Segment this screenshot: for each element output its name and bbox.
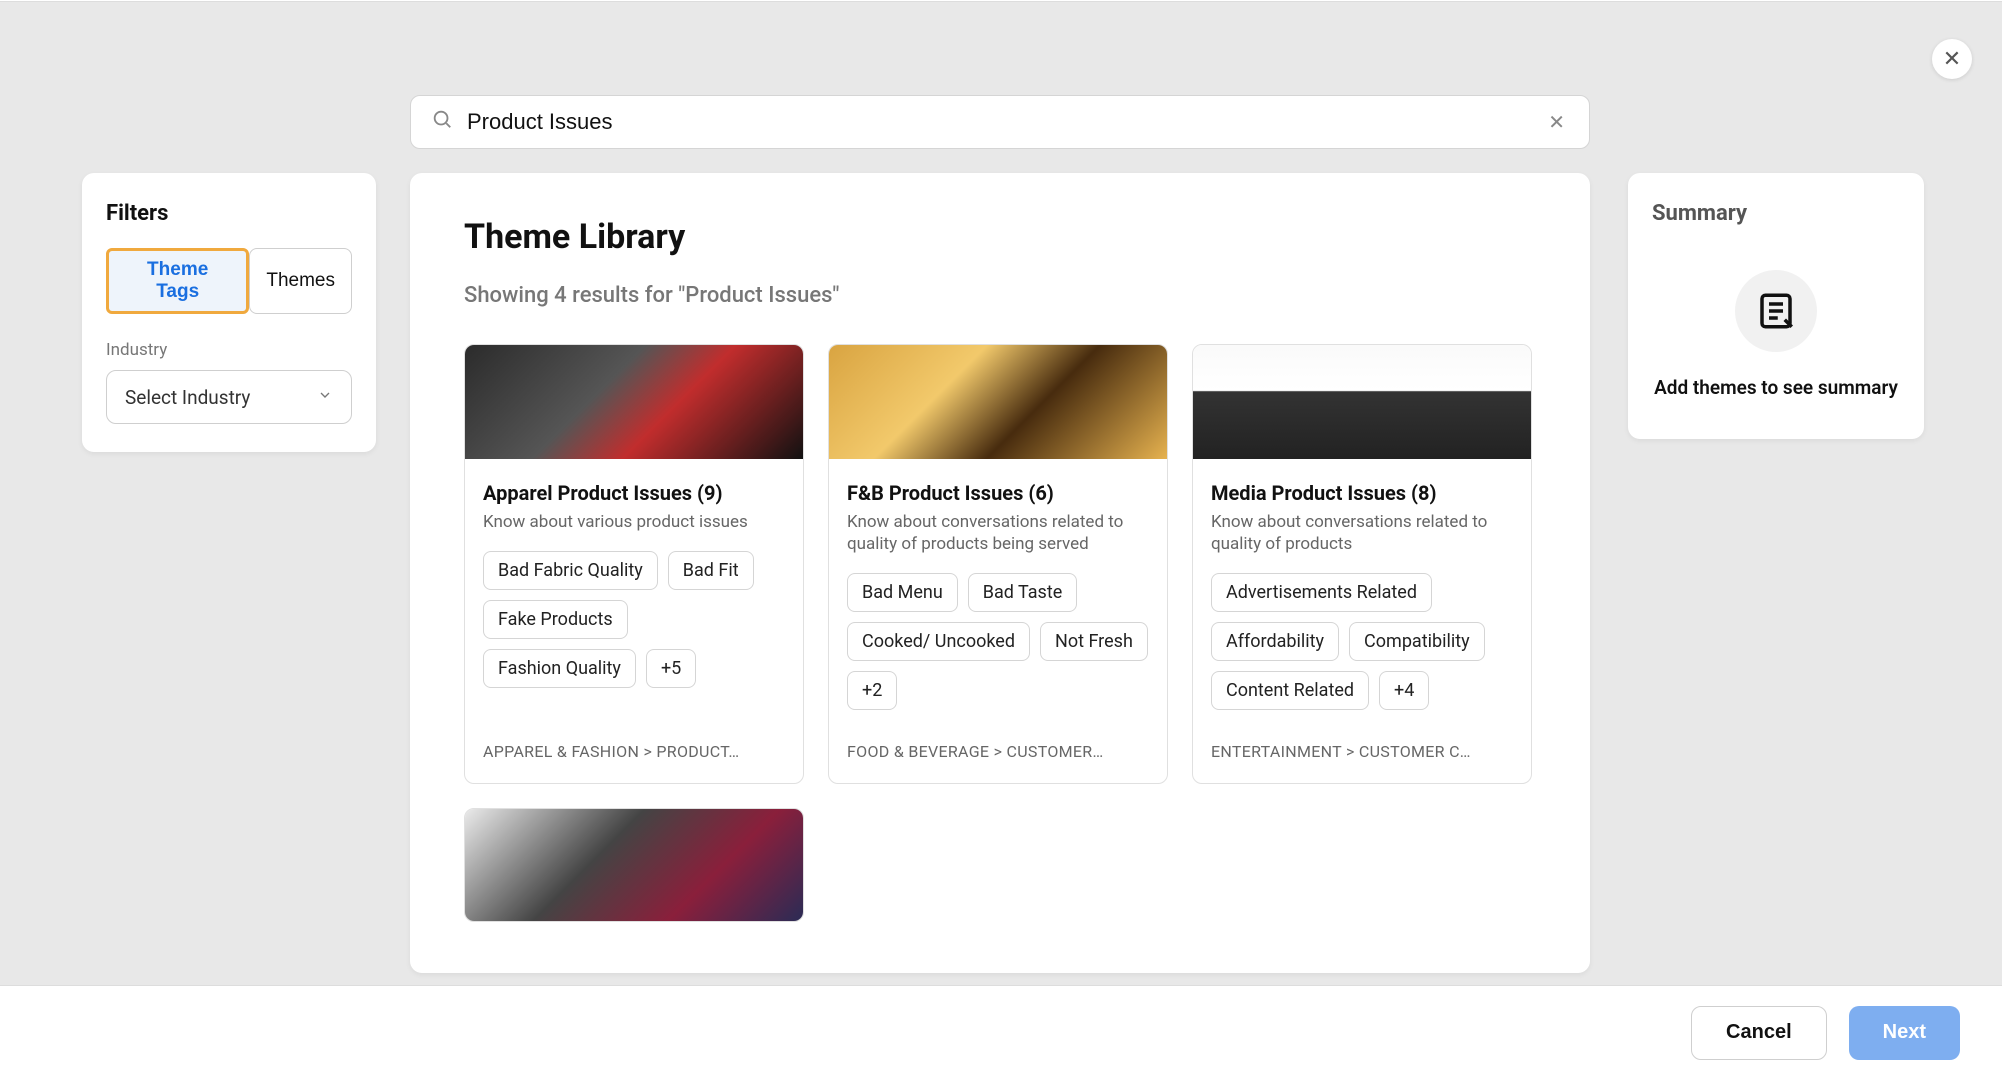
search-clear-icon[interactable]: ✕ bbox=[1544, 106, 1569, 138]
theme-library-panel: Theme Library Showing 4 results for "Pro… bbox=[410, 173, 1590, 973]
card-title: F&B Product Issues (6) bbox=[847, 481, 1149, 505]
theme-tag[interactable]: Bad Fabric Quality bbox=[483, 551, 658, 590]
card-tags: Bad Fabric Quality Bad Fit Fake Products Fa… bbox=[483, 551, 785, 688]
close-button[interactable]: ✕ bbox=[1932, 39, 1972, 79]
theme-tag[interactable]: +5 bbox=[646, 649, 696, 688]
card-description: Know about conversations related to qual… bbox=[1211, 511, 1513, 555]
card-body: F&B Product Issues (6) Know about convers… bbox=[829, 459, 1167, 783]
card-image bbox=[465, 809, 803, 921]
summary-message: Add themes to see summary bbox=[1652, 376, 1900, 399]
theme-tag[interactable]: +4 bbox=[1379, 671, 1429, 710]
theme-tag[interactable]: Affordability bbox=[1211, 622, 1339, 661]
filter-tabs: Theme Tags Themes bbox=[106, 248, 352, 314]
theme-card[interactable]: F&B Product Issues (6) Know about convers… bbox=[828, 344, 1168, 784]
card-body: Media Product Issues (8) Know about conve… bbox=[1193, 459, 1531, 783]
card-tags: Advertisements Related Affordability Compa… bbox=[1211, 573, 1513, 710]
library-title: Theme Library bbox=[464, 217, 1536, 257]
card-breadcrumb: FOOD & BEVERAGE > CUSTOMER… bbox=[847, 742, 1149, 761]
cancel-button[interactable]: Cancel bbox=[1691, 1006, 1827, 1060]
card-breadcrumb: APPAREL & FASHION > PRODUCT… bbox=[483, 742, 785, 761]
theme-tag[interactable]: Bad Menu bbox=[847, 573, 958, 612]
theme-tag[interactable]: Bad Taste bbox=[968, 573, 1078, 612]
search-bar: ✕ bbox=[410, 95, 1590, 149]
industry-select-value: Select Industry bbox=[125, 386, 250, 409]
tab-theme-tags[interactable]: Theme Tags bbox=[106, 248, 249, 314]
card-image bbox=[465, 345, 803, 459]
theme-tag[interactable]: Compatibility bbox=[1349, 622, 1485, 661]
next-button[interactable]: Next bbox=[1849, 1006, 1960, 1060]
theme-tag[interactable]: Content Related bbox=[1211, 671, 1369, 710]
cards-grid: Apparel Product Issues (9) Know about var… bbox=[464, 344, 1536, 922]
filters-panel: Filters Theme Tags Themes Industry Selec… bbox=[82, 173, 376, 452]
tab-themes[interactable]: Themes bbox=[249, 248, 352, 314]
industry-select[interactable]: Select Industry bbox=[106, 370, 352, 424]
theme-tag[interactable]: +2 bbox=[847, 671, 897, 710]
chevron-down-icon bbox=[317, 387, 333, 407]
card-title: Apparel Product Issues (9) bbox=[483, 481, 785, 505]
theme-card[interactable]: Media Product Issues (8) Know about conve… bbox=[1192, 344, 1532, 784]
card-body: Apparel Product Issues (9) Know about var… bbox=[465, 459, 803, 783]
search-icon bbox=[431, 108, 453, 136]
theme-tag[interactable]: Bad Fit bbox=[668, 551, 754, 590]
card-title: Media Product Issues (8) bbox=[1211, 481, 1513, 505]
industry-label: Industry bbox=[106, 340, 352, 360]
theme-tag[interactable]: Cooked/ Uncooked bbox=[847, 622, 1030, 661]
footer-bar: Cancel Next bbox=[0, 985, 2002, 1079]
main-area: ✕ ✕ Filters Theme Tags Themes Industry S… bbox=[0, 3, 2002, 1079]
summary-title: Summary bbox=[1652, 201, 1900, 226]
summary-empty-icon bbox=[1735, 270, 1817, 352]
results-count-text: Showing 4 results for "Product Issues" bbox=[464, 283, 1536, 308]
top-divider bbox=[0, 0, 2002, 2]
card-breadcrumb: ENTERTAINMENT > CUSTOMER C… bbox=[1211, 742, 1513, 761]
theme-card[interactable] bbox=[464, 808, 804, 922]
theme-tag[interactable]: Fashion Quality bbox=[483, 649, 636, 688]
card-tags: Bad Menu Bad Taste Cooked/ Uncooked Not Fre… bbox=[847, 573, 1149, 710]
theme-tag[interactable]: Advertisements Related bbox=[1211, 573, 1432, 612]
card-description: Know about various product issues bbox=[483, 511, 785, 533]
search-input[interactable] bbox=[467, 109, 1544, 135]
theme-card[interactable]: Apparel Product Issues (9) Know about var… bbox=[464, 344, 804, 784]
summary-panel: Summary Add themes to see summary bbox=[1628, 173, 1924, 439]
card-description: Know about conversations related to qual… bbox=[847, 511, 1149, 555]
card-image bbox=[829, 345, 1167, 459]
theme-tag[interactable]: Fake Products bbox=[483, 600, 628, 639]
filters-title: Filters bbox=[106, 201, 352, 226]
theme-tag[interactable]: Not Fresh bbox=[1040, 622, 1148, 661]
card-image bbox=[1193, 345, 1531, 459]
